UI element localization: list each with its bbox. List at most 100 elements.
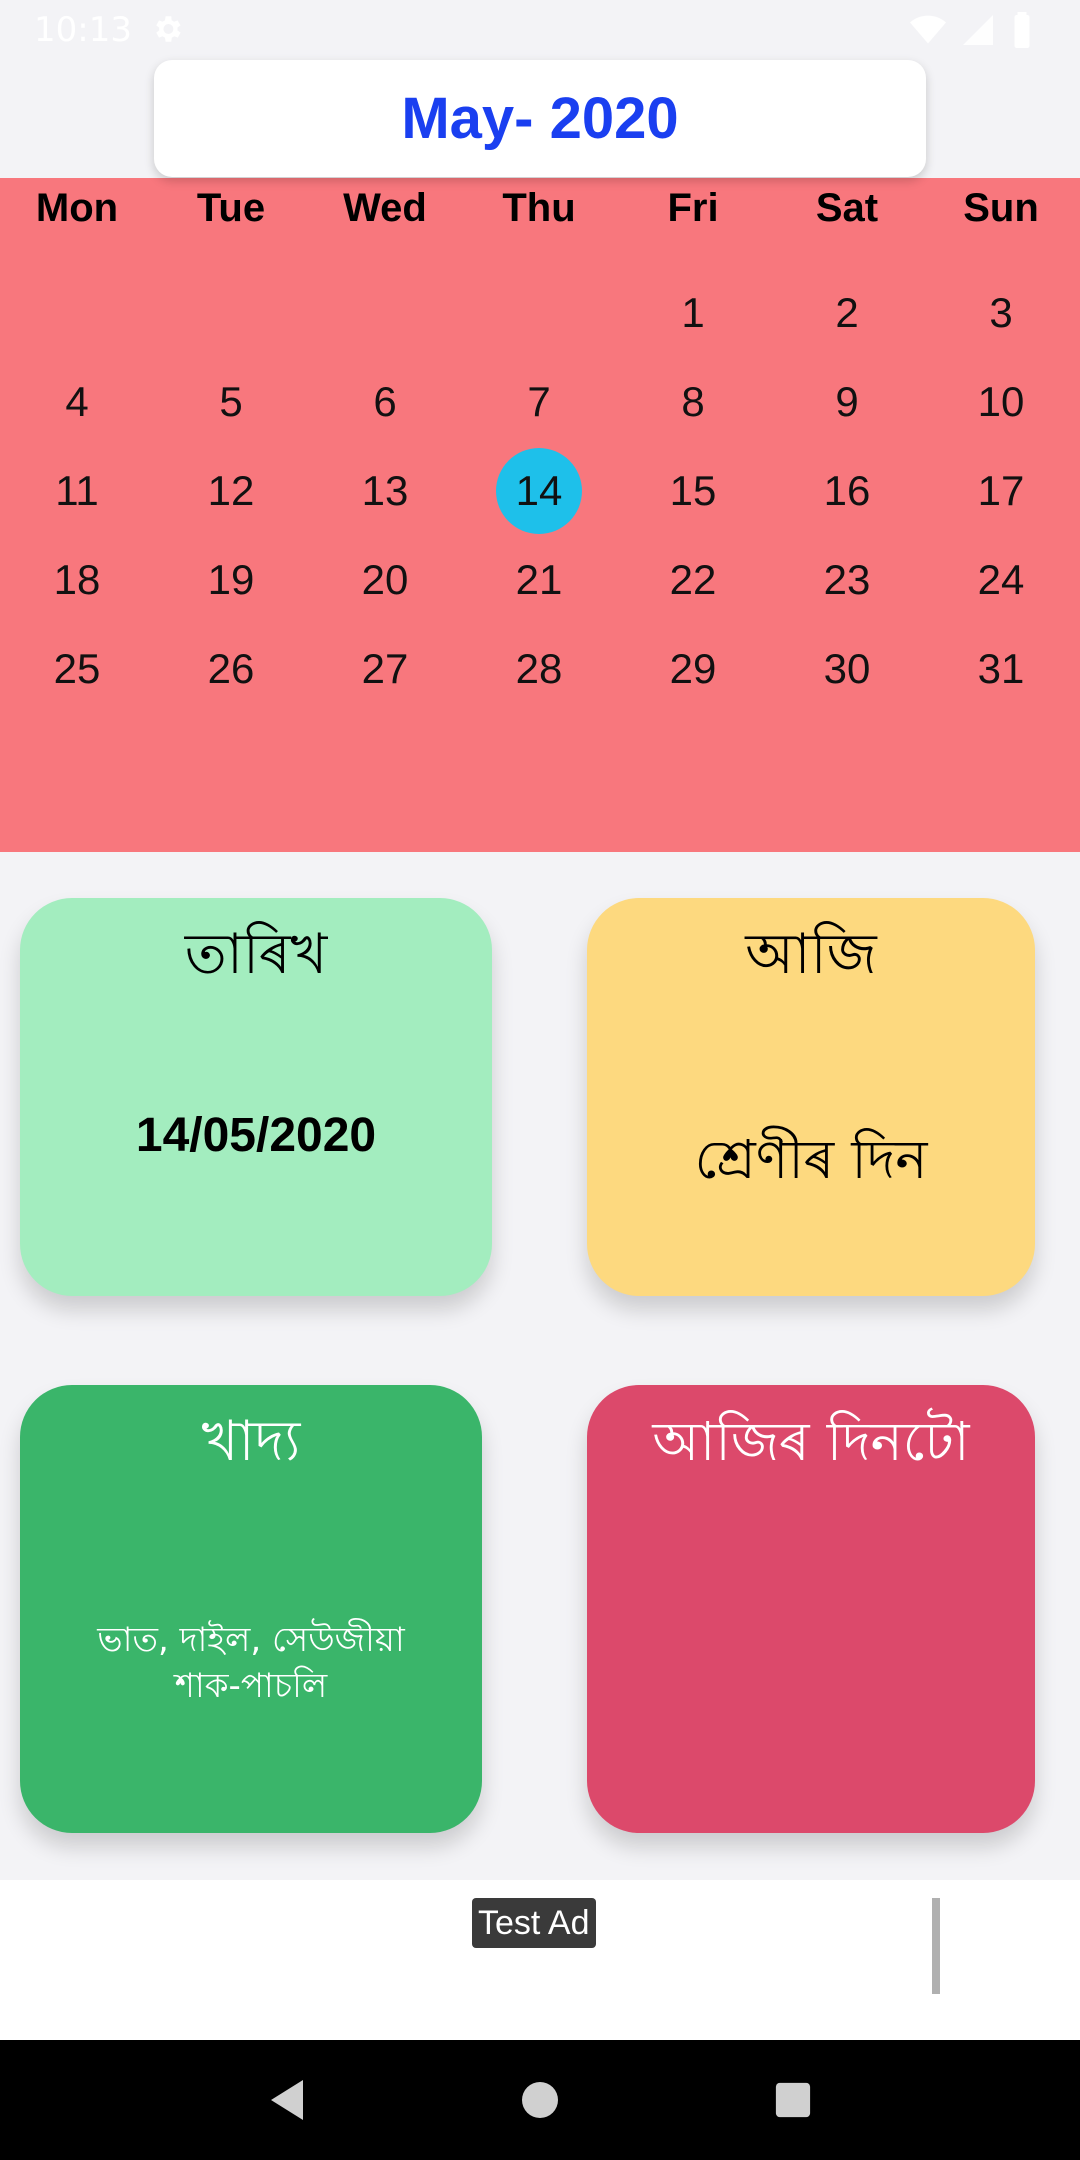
calendar-day-number: 26 — [207, 644, 255, 692]
signal-icon — [960, 12, 996, 48]
calendar-day-number: 14 — [496, 447, 582, 534]
calendar-day[interactable]: 12 — [154, 446, 308, 535]
calendar-day-number — [342, 270, 428, 356]
back-icon[interactable] — [263, 2076, 311, 2124]
calendar-day[interactable]: 26 — [154, 624, 308, 713]
calendar-day[interactable]: 9 — [770, 357, 924, 446]
settings-gear-icon — [150, 12, 186, 48]
calendar: Mon Tue Wed Thu Fri Sat Sun 1 2 3 4 5 6 7 8 9 10 11 12 13 1… — [0, 178, 1080, 852]
calendar-day-number: 20 — [361, 555, 409, 603]
calendar-day[interactable]: 22 — [616, 535, 770, 624]
calendar-day-number: 13 — [361, 466, 409, 514]
food-card[interactable]: খাদ্য ভাত, দাইল, সেউজীয়া শাক-পাচলি — [20, 1385, 482, 1833]
calendar-day-number — [496, 270, 582, 356]
calendar-day-number: 16 — [823, 466, 871, 514]
calendar-day[interactable]: 8 — [616, 357, 770, 446]
calendar-day-number: 31 — [977, 644, 1025, 692]
calendar-day-number: 21 — [515, 555, 563, 603]
calendar-grid: 1 2 3 4 5 6 7 8 9 10 11 12 13 14 15 16 17 18 19 20 21 22 23 24 2… — [0, 268, 1080, 713]
calendar-day[interactable]: 7 — [462, 357, 616, 446]
calendar-day[interactable]: 30 — [770, 624, 924, 713]
calendar-day-number: 19 — [207, 555, 255, 603]
calendar-day-number: 6 — [373, 377, 397, 425]
calendar-day[interactable]: 10 — [924, 357, 1078, 446]
calendar-day-number: 23 — [823, 555, 871, 603]
date-card-title: তাৰিখ — [184, 922, 328, 987]
calendar-day-number: 11 — [55, 466, 99, 514]
calendar-day[interactable]: 17 — [924, 446, 1078, 535]
calendar-day[interactable]: 31 — [924, 624, 1078, 713]
calendar-empty-cell — [154, 268, 308, 357]
calendar-day-selected[interactable]: 14 — [462, 446, 616, 535]
wifi-icon — [910, 12, 946, 48]
battery-icon — [1010, 12, 1046, 48]
weekday-label: Tue — [196, 186, 266, 230]
today-card-title: আজি — [745, 922, 877, 987]
day-type-card[interactable]: আজিৰ দিনটো — [587, 1385, 1035, 1833]
ad-banner[interactable]: Test Ad — [0, 1880, 1080, 2040]
weekday-label: Mon — [35, 186, 119, 230]
calendar-day-number: 25 — [53, 644, 101, 692]
calendar-day-number: 27 — [361, 644, 409, 692]
calendar-day-number: 3 — [989, 288, 1013, 336]
calendar-day[interactable]: 16 — [770, 446, 924, 535]
status-right — [910, 12, 1046, 48]
date-card[interactable]: তাৰিখ 14/05/2020 — [20, 898, 492, 1296]
today-card-value: শ্ৰেণীৰ দিন — [694, 1128, 928, 1191]
calendar-day-number: 5 — [219, 377, 243, 425]
day-type-card-title: আজিৰ দিনটো — [652, 1410, 970, 1473]
calendar-day-number: 28 — [515, 644, 563, 692]
food-card-title: খাদ্য — [201, 1409, 301, 1474]
calendar-day[interactable]: 18 — [0, 535, 154, 624]
status-bar: 10:13 — [0, 0, 1080, 60]
calendar-day[interactable]: 20 — [308, 535, 462, 624]
calendar-day-number: 30 — [823, 644, 871, 692]
calendar-day[interactable]: 11 — [0, 446, 154, 535]
date-card-value: 14/05/2020 — [135, 1109, 377, 1162]
calendar-empty-cell — [308, 268, 462, 357]
calendar-day[interactable]: 29 — [616, 624, 770, 713]
calendar-day[interactable]: 21 — [462, 535, 616, 624]
calendar-day-number: 12 — [207, 466, 255, 514]
weekday-label: Sat — [815, 186, 879, 230]
weekday-header-row: Mon Tue Wed Thu Fri Sat Sun — [0, 178, 1080, 238]
today-card[interactable]: আজি শ্ৰেণীৰ দিন — [587, 898, 1035, 1296]
calendar-day[interactable]: 1 — [616, 268, 770, 357]
weekday-label: Fri — [667, 186, 719, 230]
calendar-day[interactable]: 3 — [924, 268, 1078, 357]
weekday-label: Sun — [963, 186, 1039, 230]
calendar-day[interactable]: 5 — [154, 357, 308, 446]
calendar-day-number: 2 — [835, 288, 859, 336]
calendar-day[interactable]: 4 — [0, 357, 154, 446]
calendar-day[interactable]: 6 — [308, 357, 462, 446]
calendar-day-number: 4 — [65, 377, 89, 425]
calendar-empty-cell — [462, 268, 616, 357]
calendar-day[interactable]: 19 — [154, 535, 308, 624]
app-root: 10:13 May- 2020 Mon Tue Wed Thu Fri Sat Sun 12… — [0, 0, 1080, 2160]
home-icon[interactable] — [516, 2076, 564, 2124]
month-title: May- 2020 — [401, 86, 679, 151]
calendar-day-number: 17 — [977, 466, 1025, 514]
calendar-day-number: 7 — [527, 377, 551, 425]
calendar-day[interactable]: 27 — [308, 624, 462, 713]
status-time: 10:13 — [34, 10, 132, 50]
calendar-empty-cell — [0, 268, 154, 357]
ad-divider — [932, 1898, 940, 1994]
calendar-day[interactable]: 15 — [616, 446, 770, 535]
calendar-day[interactable]: 28 — [462, 624, 616, 713]
calendar-day[interactable]: 23 — [770, 535, 924, 624]
calendar-day-number: 24 — [977, 555, 1025, 603]
calendar-day[interactable]: 2 — [770, 268, 924, 357]
recents-icon[interactable] — [769, 2076, 817, 2124]
calendar-day-number: 29 — [669, 644, 717, 692]
calendar-day-number: 18 — [53, 555, 101, 603]
calendar-day-number: 1 — [681, 288, 705, 336]
calendar-day-number: 22 — [669, 555, 717, 603]
calendar-day[interactable]: 13 — [308, 446, 462, 535]
weekday-label: Thu — [502, 186, 576, 230]
food-card-value: ভাত, দাইল, সেউজীয়া শাক-পাচলি — [97, 1620, 405, 1706]
status-left: 10:13 — [34, 10, 186, 50]
calendar-day[interactable]: 24 — [924, 535, 1078, 624]
calendar-day-number: 8 — [681, 377, 705, 425]
calendar-day[interactable]: 25 — [0, 624, 154, 713]
